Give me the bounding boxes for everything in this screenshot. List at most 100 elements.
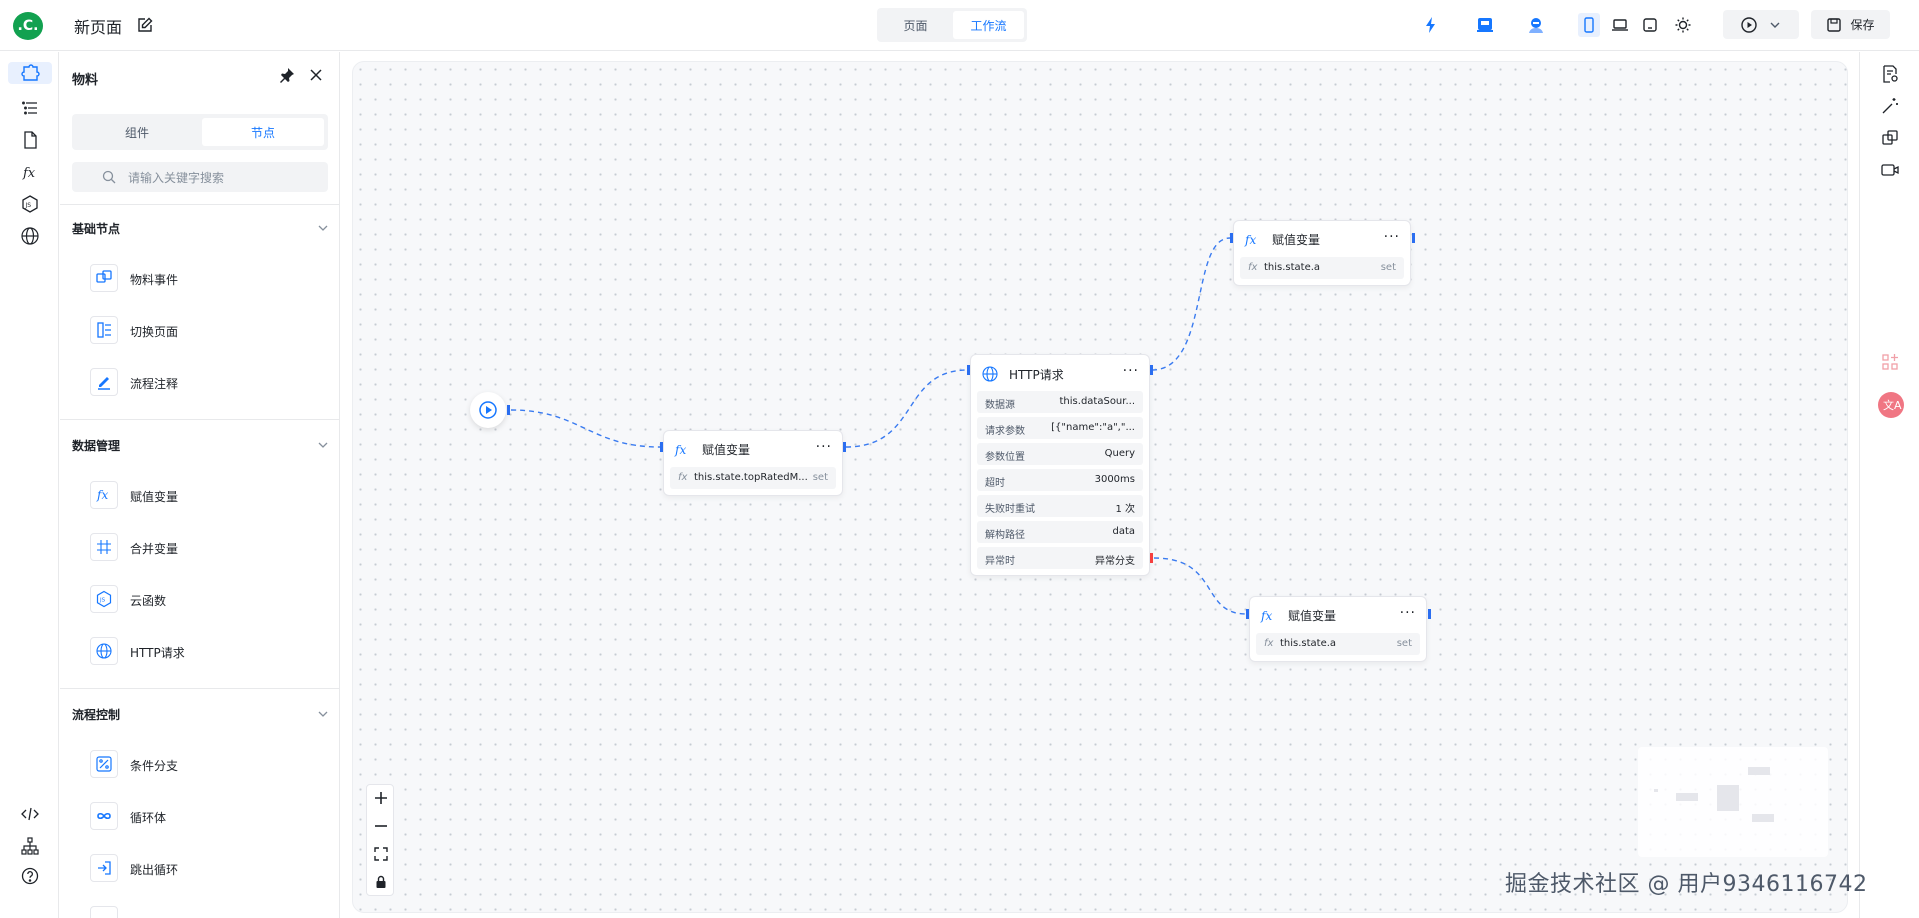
- rail-materials-active[interactable]: [8, 62, 52, 84]
- start-node[interactable]: [470, 392, 506, 428]
- node-title: 赋值变量: [1272, 233, 1321, 247]
- assign2-port-in[interactable]: [1230, 233, 1233, 243]
- chevron-down-icon: [1770, 22, 1780, 28]
- http-port-in[interactable]: [967, 365, 970, 375]
- zoom-out-button[interactable]: [367, 813, 395, 839]
- fx-small-icon: fx: [1248, 262, 1258, 273]
- puzzle-icon: [21, 64, 40, 81]
- node-item-cloud-function[interactable]: JS 云函数: [90, 583, 310, 617]
- more-icon[interactable]: ···: [1400, 605, 1416, 621]
- sun-icon[interactable]: [1673, 15, 1693, 35]
- assign2-port-out[interactable]: [1412, 233, 1415, 243]
- more-icon[interactable]: ···: [1123, 363, 1139, 379]
- laptop-icon[interactable]: [1610, 15, 1630, 35]
- node-item-material-event[interactable]: 物料事件: [90, 262, 310, 296]
- tab-nodes[interactable]: 节点: [202, 118, 324, 146]
- lightning-icon[interactable]: [1421, 15, 1441, 35]
- left-rail: fx JS: [0, 52, 59, 918]
- assign1-port-in[interactable]: [660, 442, 663, 452]
- zoom-in-button[interactable]: [367, 785, 395, 811]
- node-item-more[interactable]: [90, 904, 310, 918]
- http-row-destructure-path: 解构路径 data: [977, 521, 1143, 543]
- preview-dropdown[interactable]: [1723, 10, 1799, 39]
- material-event-icon: [90, 264, 118, 292]
- magic-wand-icon[interactable]: [1880, 96, 1900, 116]
- top-bar: .C. 新页面 页面 工作流 保存: [0, 0, 1919, 51]
- apps-add-icon[interactable]: [1880, 352, 1900, 372]
- http-error-port[interactable]: [1150, 553, 1153, 563]
- play-circle-icon: [1741, 16, 1757, 33]
- tree-structure-icon[interactable]: [20, 836, 40, 856]
- more-icon[interactable]: ···: [1384, 229, 1400, 245]
- node-item-http-request[interactable]: HTTP请求: [90, 635, 310, 669]
- svg-text:文A: 文A: [1883, 398, 1902, 412]
- lock-button[interactable]: [367, 869, 395, 895]
- chevron-down-icon[interactable]: [317, 708, 329, 720]
- node-item-break-loop[interactable]: 跳出循环: [90, 852, 310, 886]
- more-icon[interactable]: ···: [816, 439, 832, 455]
- tab-components[interactable]: 组件: [76, 118, 198, 146]
- fit-view-button[interactable]: [367, 841, 395, 867]
- node-item-loop-body[interactable]: 循环体: [90, 800, 310, 834]
- minimap-node: [1654, 789, 1658, 792]
- tab-page[interactable]: 页面: [880, 11, 951, 39]
- tab-workflow[interactable]: 工作流: [953, 11, 1024, 39]
- ai-assistant-icon[interactable]: [1526, 15, 1546, 35]
- node-item-merge-variable[interactable]: 合并变量: [90, 531, 310, 565]
- copy-layers-icon[interactable]: [1880, 128, 1900, 148]
- http-row-params: 请求参数 [{"name":"a","...: [977, 417, 1143, 439]
- minimap[interactable]: [1638, 747, 1828, 857]
- code-icon[interactable]: [20, 804, 40, 824]
- translate-icon[interactable]: 文A: [1878, 392, 1904, 418]
- assign1-port-out[interactable]: [843, 442, 846, 452]
- page-settings-icon[interactable]: [1880, 64, 1900, 84]
- http-row-retry: 失败时重试 1 次: [977, 495, 1143, 517]
- edit-icon[interactable]: [136, 16, 154, 34]
- pin-icon[interactable]: [279, 67, 295, 83]
- http-request-node[interactable]: HTTP请求 ··· 数据源 this.dataSour... 请求参数 [{"na…: [970, 354, 1150, 576]
- start-port-out[interactable]: [507, 405, 510, 415]
- row-value: this.state.a: [1264, 262, 1321, 273]
- assign-variable-node-1[interactable]: fx 赋值变量 ··· fx this.state.topRatedM... s…: [663, 430, 843, 496]
- tablet-icon[interactable]: [1640, 15, 1660, 35]
- node-row: fx this.state.a set: [1256, 633, 1420, 655]
- zoom-controls: [366, 784, 394, 896]
- right-rail: 文A: [1859, 52, 1919, 918]
- assign-variable-node-3[interactable]: fx 赋值变量 ··· fx this.state.a set: [1249, 596, 1427, 662]
- save-button[interactable]: 保存: [1811, 10, 1890, 39]
- outline-list-icon[interactable]: [20, 98, 40, 118]
- minimap-node: [1717, 785, 1739, 811]
- chevron-down-icon[interactable]: [317, 222, 329, 234]
- item-label: 云函数: [130, 594, 167, 608]
- row-value: this.state.a: [1280, 638, 1337, 649]
- publish-icon[interactable]: [1475, 15, 1495, 35]
- js-icon[interactable]: JS: [20, 194, 40, 214]
- assign-variable-node-2[interactable]: fx 赋值变量 ··· fx this.state.a set: [1233, 220, 1411, 286]
- http-globe-icon[interactable]: [20, 226, 40, 246]
- close-icon[interactable]: [308, 67, 324, 83]
- node-item-flow-comment[interactable]: 流程注释: [90, 366, 310, 400]
- view-tabs: 页面 工作流: [877, 8, 1027, 42]
- device-mobile-toggle[interactable]: [1578, 13, 1600, 37]
- row-value: this.state.topRatedM...: [694, 472, 808, 483]
- node-item-switch-page[interactable]: 切换页面: [90, 314, 310, 348]
- item-label: 流程注释: [130, 377, 179, 391]
- plus-icon: [375, 792, 387, 804]
- help-icon[interactable]: [20, 866, 40, 886]
- app-logo[interactable]: .C.: [13, 12, 43, 40]
- assign3-port-in[interactable]: [1246, 609, 1249, 619]
- node-item-assign-variable[interactable]: fx 赋值变量: [90, 479, 310, 513]
- node-item-condition-branch[interactable]: 条件分支: [90, 748, 310, 782]
- function-fx-icon[interactable]: fx: [20, 162, 40, 182]
- video-icon[interactable]: [1880, 160, 1900, 180]
- node-title: 赋值变量: [1288, 609, 1337, 623]
- chevron-down-icon[interactable]: [317, 439, 329, 451]
- http-row-datasource: 数据源 this.dataSour...: [977, 391, 1143, 413]
- fx-small-icon: fx: [1264, 638, 1274, 649]
- http-row-param-location: 参数位置 Query: [977, 443, 1143, 465]
- minus-icon: [375, 825, 387, 827]
- item-label: 赋值变量: [130, 490, 179, 504]
- assign3-port-out[interactable]: [1428, 609, 1431, 619]
- http-port-out[interactable]: [1150, 365, 1153, 375]
- file-icon[interactable]: [20, 130, 40, 150]
